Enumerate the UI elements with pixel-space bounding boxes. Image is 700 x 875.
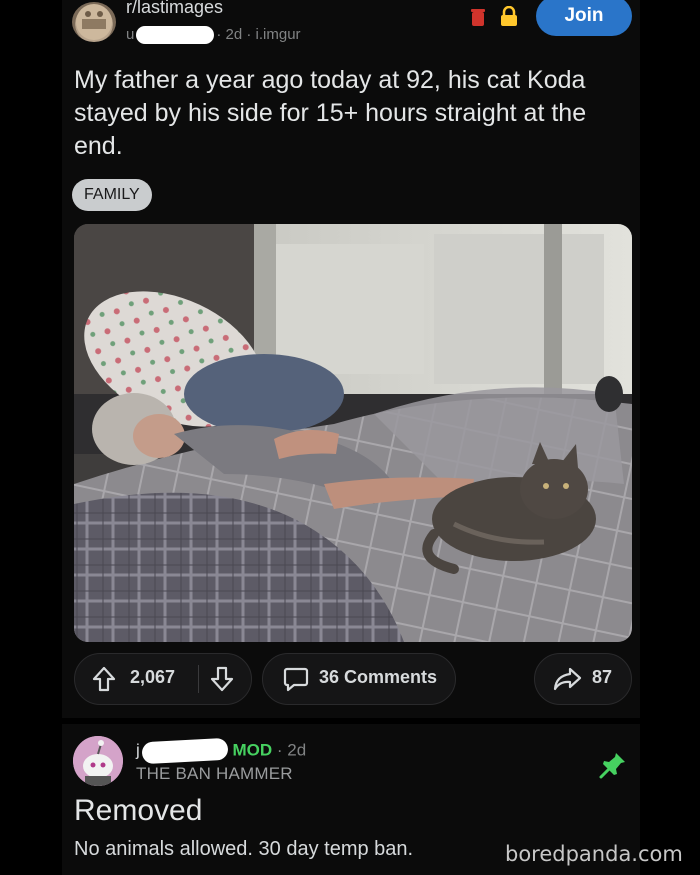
- mod-badge: MOD: [232, 740, 273, 760]
- comment-time: · 2d: [276, 740, 307, 760]
- comment-body: No animals allowed. 30 day temp ban.: [74, 838, 414, 860]
- watermark: boredpanda.com: [505, 842, 683, 866]
- post-flair[interactable]: FAMILY: [72, 179, 152, 211]
- share-count: 87: [592, 667, 613, 687]
- commenter-username[interactable]: j: [136, 740, 140, 759]
- upvote-icon[interactable]: [92, 666, 116, 692]
- section-divider: [62, 718, 640, 724]
- share-icon[interactable]: [552, 666, 582, 692]
- vote-divider: [198, 665, 199, 693]
- comment-icon[interactable]: [283, 666, 309, 692]
- post-title[interactable]: My father a year ago today at 92, his ca…: [74, 64, 604, 163]
- downvote-icon[interactable]: [210, 666, 234, 692]
- vote-score: 2,067: [130, 667, 176, 687]
- subreddit-avatar[interactable]: [72, 2, 116, 42]
- join-button[interactable]: Join: [536, 0, 632, 36]
- post-meta: u · 2d · i.imgur: [126, 26, 301, 45]
- post-image[interactable]: [74, 224, 632, 642]
- redacted-username: [136, 26, 215, 45]
- commenter-line: j MOD · 2d: [136, 737, 307, 765]
- lock-icon: [501, 6, 517, 26]
- post-meta-suffix: · 2d · i.imgur: [216, 26, 301, 43]
- comments-count[interactable]: 36 Comments: [319, 667, 437, 688]
- trash-icon: [471, 9, 485, 26]
- redacted-commenter: [141, 737, 229, 765]
- pin-icon: [599, 753, 625, 779]
- user-flair: THE BAN HAMMER: [136, 764, 293, 783]
- subreddit-name[interactable]: r/lastimages: [126, 0, 223, 18]
- post-author-prefix[interactable]: u: [126, 26, 134, 43]
- share-button[interactable]: [534, 653, 632, 705]
- comment-heading: Removed: [74, 794, 203, 827]
- commenter-avatar[interactable]: [73, 736, 123, 786]
